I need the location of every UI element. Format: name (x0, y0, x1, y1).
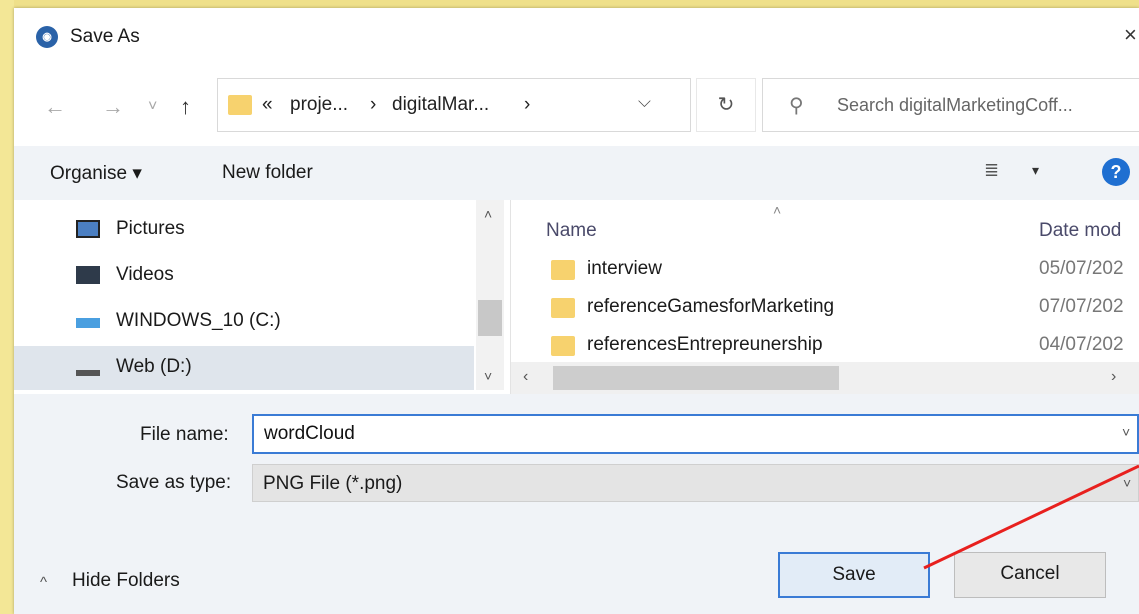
scroll-right-icon[interactable]: › (1111, 368, 1116, 386)
app-icon: ◉ (36, 26, 58, 48)
list-item[interactable]: referenceGamesforMarketing 07/07/202 (511, 290, 1139, 326)
nav-item-label: Videos (116, 264, 174, 285)
chevron-up-icon[interactable]: ^ (40, 574, 47, 591)
breadcrumb-separator: › (370, 94, 377, 115)
pictures-icon (76, 220, 100, 238)
folder-icon (551, 298, 575, 318)
folder-icon (551, 336, 575, 356)
chevron-down-icon[interactable]: ▾ (1032, 162, 1039, 179)
nav-item-label: Web (D:) (116, 356, 192, 377)
dialog-title: Save As (70, 26, 140, 47)
background-strip (0, 0, 1139, 8)
nav-item-label: Pictures (116, 218, 185, 239)
file-list-horizontal-scrollbar[interactable]: ‹ › (511, 362, 1139, 394)
recent-locations-icon[interactable]: ˅ (148, 98, 157, 116)
new-folder-button[interactable]: New folder (222, 162, 313, 184)
nav-item-videos[interactable]: Videos (14, 254, 474, 298)
breadcrumb-overflow[interactable]: « (262, 94, 273, 116)
folder-icon (228, 95, 252, 115)
save-button[interactable]: Save (778, 552, 930, 598)
nav-item-label: WINDOWS_10 (C:) (116, 310, 281, 331)
save-type-label: Save as type: (116, 472, 232, 493)
chevron-down-icon[interactable]: ˅ (1122, 424, 1130, 440)
cancel-button[interactable]: Cancel (954, 552, 1106, 598)
breadcrumb-separator-2[interactable]: › (524, 94, 530, 116)
forward-icon[interactable]: → (102, 94, 124, 120)
background-left (0, 0, 14, 614)
hide-folders-button[interactable]: Hide Folders (72, 570, 180, 592)
file-name: referencesEntrepreunership (587, 334, 823, 355)
column-header-date[interactable]: Date mod (1039, 220, 1121, 242)
windows-drive-icon (76, 318, 100, 328)
breadcrumb-digitalmarketing[interactable]: digitalMar... (392, 94, 489, 116)
back-icon[interactable]: ← (44, 94, 66, 120)
list-item[interactable]: referencesEntrepreunership 04/07/202 (511, 328, 1139, 364)
search-icon: ⚲ (789, 95, 804, 117)
file-name-field[interactable] (252, 414, 1139, 454)
nav-item-pictures[interactable]: Pictures (14, 208, 474, 252)
folder-icon (551, 260, 575, 280)
help-icon[interactable]: ? (1102, 158, 1130, 186)
list-item[interactable]: interview 05/07/202 (511, 252, 1139, 288)
close-icon[interactable]: × (1124, 22, 1137, 48)
search-box[interactable]: ⚲ Search digitalMarketingCoff... (762, 78, 1139, 132)
sort-ascending-icon: ˄ (773, 202, 782, 218)
file-date: 05/07/202 (1039, 258, 1124, 279)
navigation-bar: ← → ˅ ↑ « proje... › digitalMar... › ⌵ ↻… (14, 72, 1139, 136)
save-type-value: PNG File (*.png) (263, 473, 403, 494)
title-bar: ◉ Save As × (14, 8, 1139, 66)
command-toolbar: Organise ▾ New folder ≣ ▾ ? (14, 146, 1139, 200)
breadcrumb-project[interactable]: proje... (290, 94, 348, 116)
refresh-icon[interactable]: ↻ (696, 78, 756, 132)
videos-icon (76, 266, 100, 284)
scroll-left-icon[interactable]: ‹ (523, 368, 528, 386)
save-form: File name: ˅ Save as type: PNG File (*.p… (14, 394, 1139, 614)
file-name-label: File name: (140, 424, 229, 445)
search-input[interactable]: Search digitalMarketingCoff... (837, 95, 1073, 116)
file-date: 07/07/202 (1039, 296, 1124, 317)
file-date: 04/07/202 (1039, 334, 1124, 355)
organise-button[interactable]: Organise ▾ (50, 162, 142, 185)
save-as-dialog: ◉ Save As × ← → ˅ ↑ « proje... › digital… (14, 8, 1139, 614)
file-name: interview (587, 258, 662, 279)
scrollbar-thumb[interactable] (478, 300, 502, 336)
nav-item-windows-drive[interactable]: WINDOWS_10 (C:) (14, 300, 474, 344)
scroll-up-icon[interactable]: ˄ (484, 206, 492, 222)
scroll-down-icon[interactable]: ˅ (484, 368, 492, 384)
scrollbar-thumb[interactable] (553, 366, 839, 390)
chevron-down-icon[interactable]: ⌵ (638, 92, 651, 112)
up-icon[interactable]: ↑ (180, 94, 191, 120)
navigation-pane: Pictures Videos WINDOWS_10 (C:) Web (D:)… (14, 200, 504, 390)
save-type-select[interactable]: PNG File (*.png) ˅ (252, 464, 1139, 502)
address-bar[interactable]: « proje... › digitalMar... › ⌵ (217, 78, 691, 132)
nav-pane-scrollbar[interactable]: ˄ ˅ (476, 200, 504, 390)
drive-icon (76, 370, 100, 376)
file-list-pane: ˄ Name Date mod interview 05/07/202 refe… (510, 200, 1139, 394)
chevron-down-icon: ˅ (1123, 475, 1132, 491)
view-options-icon[interactable]: ≣ (984, 160, 999, 181)
column-header-name[interactable]: Name (546, 220, 597, 242)
nav-item-web-drive[interactable]: Web (D:) (14, 346, 474, 390)
file-name: referenceGamesforMarketing (587, 296, 835, 317)
